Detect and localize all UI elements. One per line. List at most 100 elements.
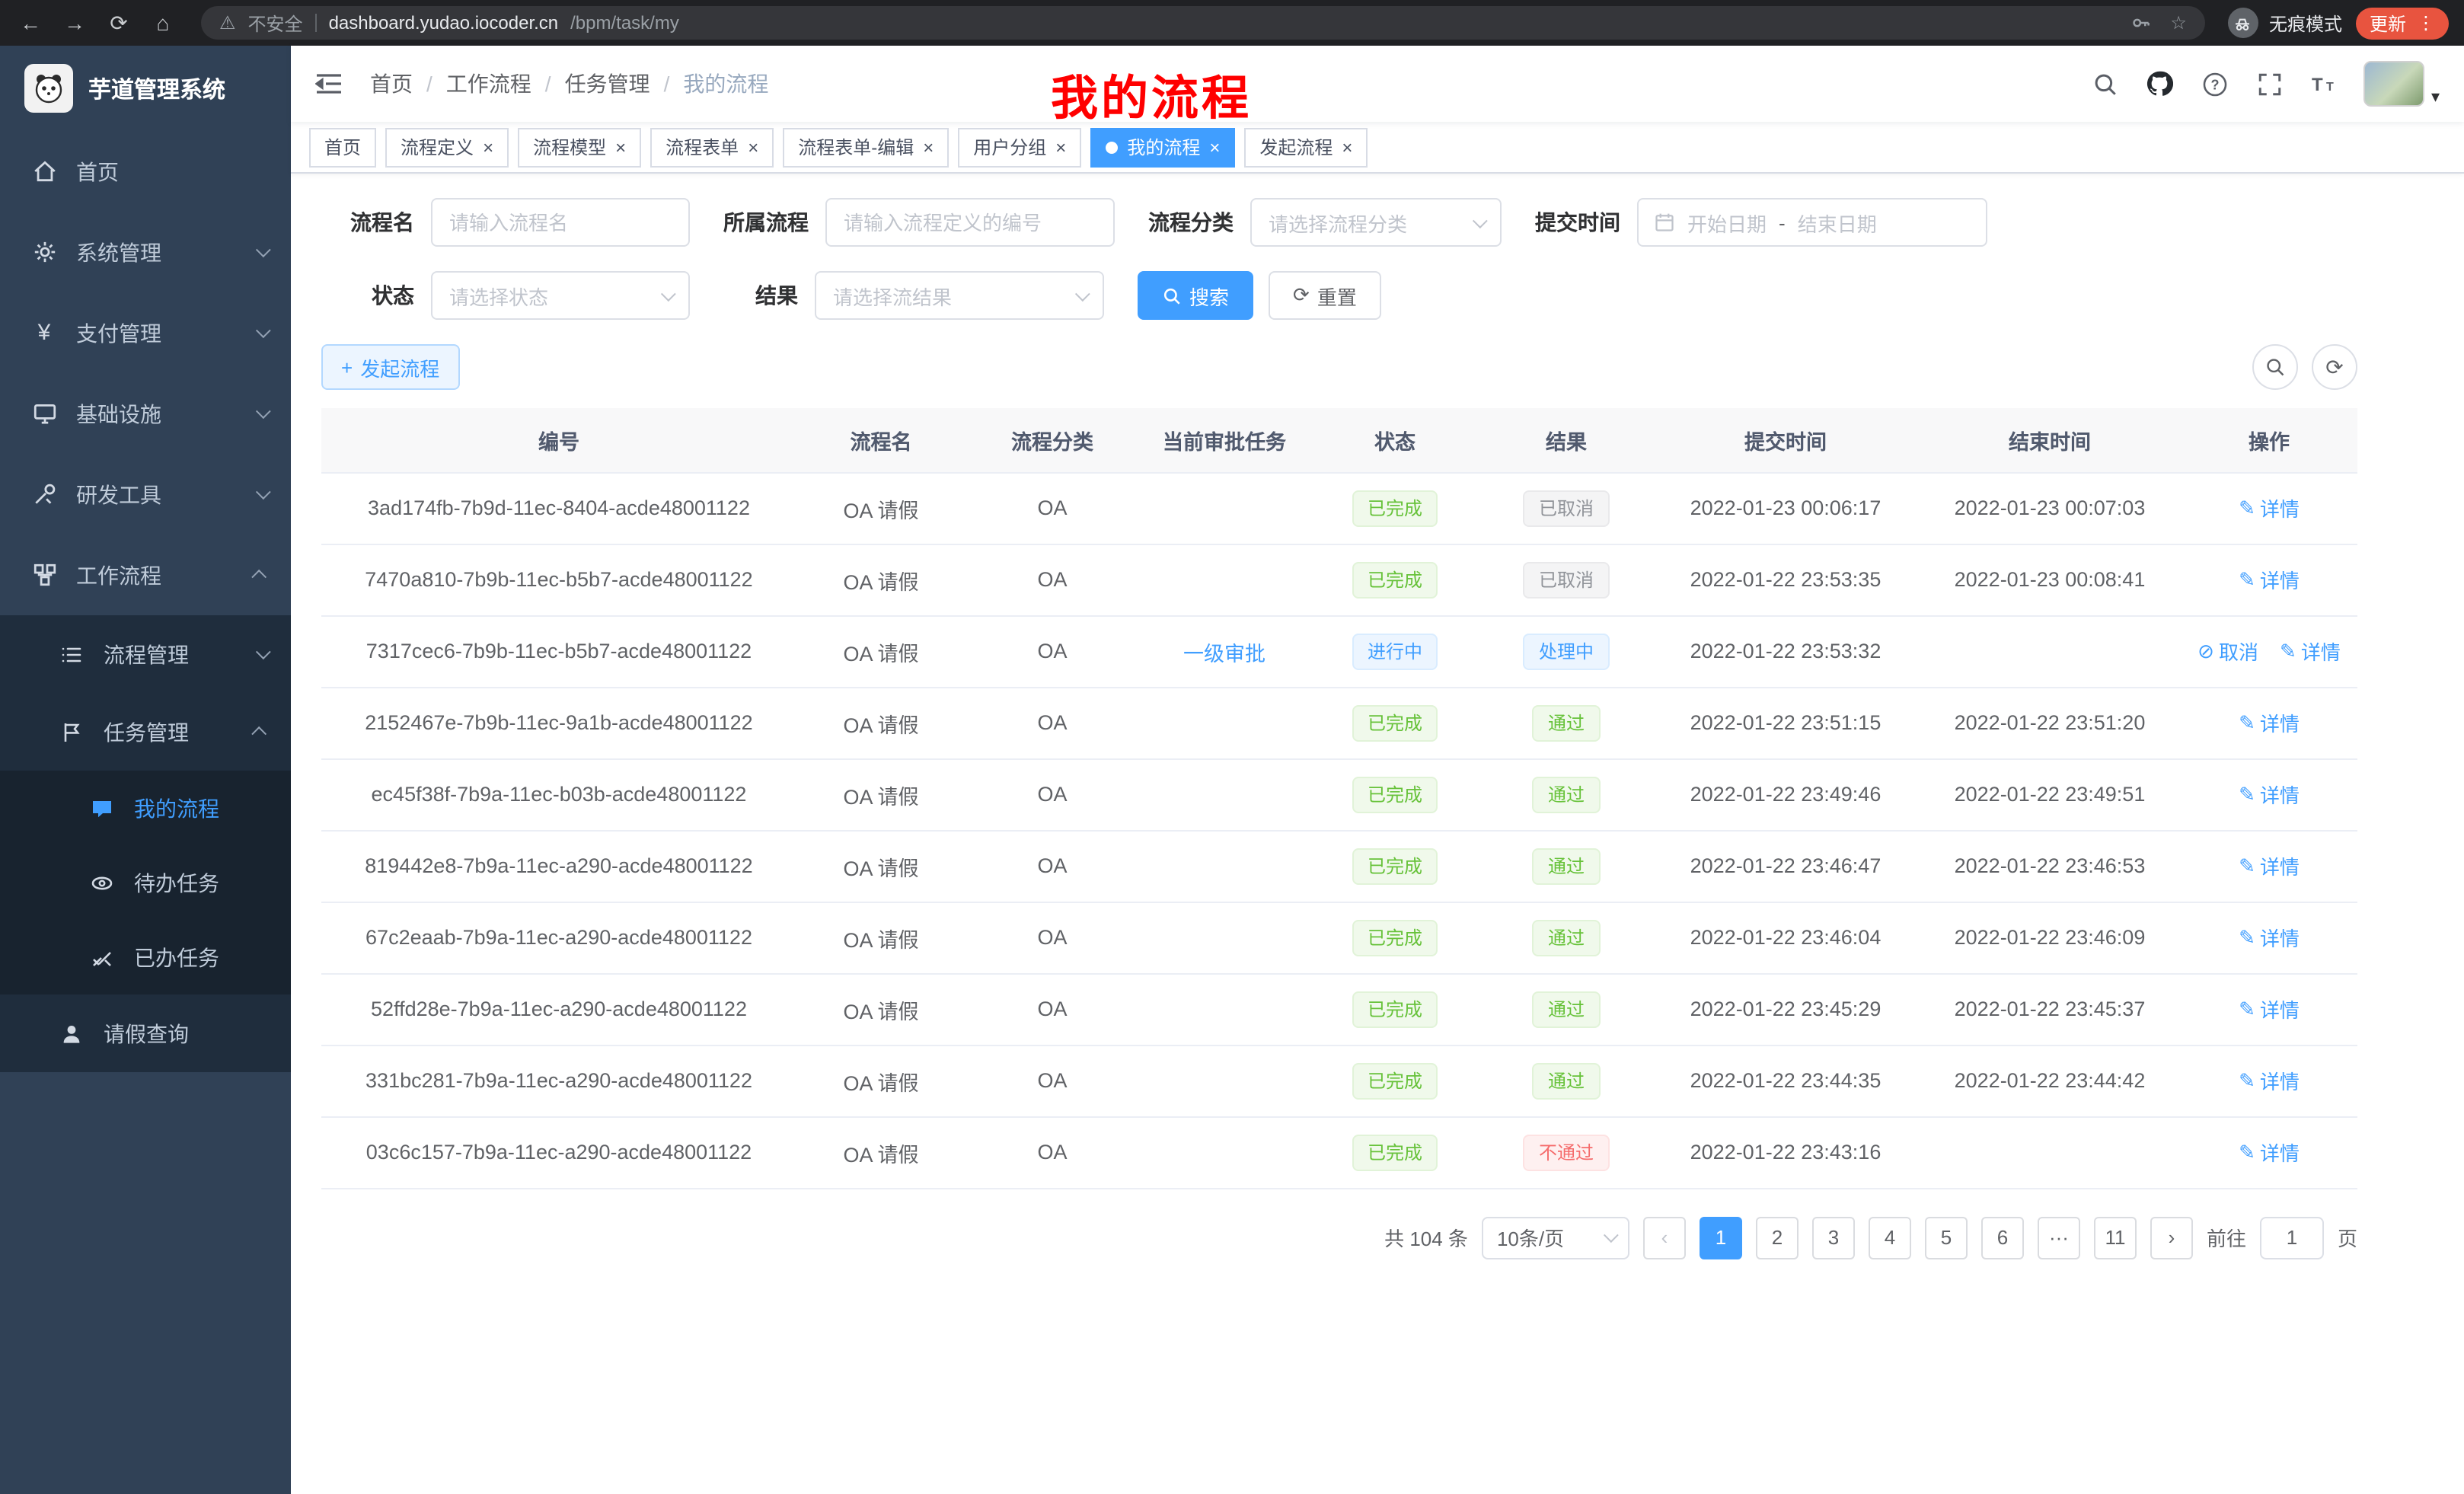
tab-process-model[interactable]: 流程模型 × [518,127,641,167]
fullscreen-icon[interactable] [2255,69,2285,99]
browser-back-icon[interactable]: ← [15,8,46,38]
font-size-icon[interactable]: TT [2309,69,2340,99]
user-avatar-menu[interactable]: ▾ [2364,61,2440,107]
address-bar[interactable]: ⚠ 不安全 dashboard.yudao.iocoder.cn /bpm/ta… [201,6,2205,40]
detail-link[interactable]: ✎详情 [2239,923,2300,952]
close-icon[interactable]: × [483,138,493,156]
page-button-11[interactable]: 11 [2094,1216,2137,1259]
sidebar-item-label: 任务管理 [104,717,189,747]
sidebar-item-leave-query[interactable]: 请假查询 [0,994,291,1072]
page-button-6[interactable]: 6 [1981,1216,2024,1259]
chrome-update-button[interactable]: 更新 ⋮ [2356,7,2449,39]
tab-process-form-edit[interactable]: 流程表单-编辑 × [783,127,949,167]
sidebar-item-workflow[interactable]: 工作流程 [0,535,291,615]
page-button-1[interactable]: 1 [1700,1216,1742,1259]
close-icon[interactable]: × [615,138,626,156]
browser-refresh-icon[interactable]: ⟳ [104,8,134,38]
detail-link[interactable]: ✎详情 [2239,1138,2300,1167]
breadcrumb-item[interactable]: 任务管理 [565,69,650,99]
avatar[interactable] [2364,61,2425,107]
detail-link[interactable]: ✎详情 [2239,994,2300,1023]
page-button-5[interactable]: 5 [1925,1216,1968,1259]
result-tag: 已取消 [1524,561,1609,598]
close-icon[interactable]: × [1209,138,1220,156]
current-task-link[interactable]: 一级审批 [1183,642,1266,665]
tab-process-definition[interactable]: 流程定义 × [385,127,509,167]
top-navbar: 首页 / 工作流程 / 任务管理 / 我的流程 ? [291,46,2464,122]
chevron-down-icon [1604,1227,1619,1243]
sidebar-item-todo-tasks[interactable]: 待办任务 [0,845,291,920]
sidebar-item-system[interactable]: 系统管理 [0,212,291,292]
goto-page-input[interactable] [2260,1216,2324,1259]
sidebar-item-label: 请假查询 [104,1018,189,1049]
close-icon[interactable]: × [923,138,934,156]
browser-menu-icon[interactable]: ⋮ [2417,12,2435,34]
close-icon[interactable]: × [1342,138,1352,156]
page-more-button[interactable]: ··· [2038,1216,2080,1259]
sidebar-item-infrastructure[interactable]: 基础设施 [0,373,291,454]
detail-link[interactable]: ✎详情 [2239,493,2300,522]
header-search-icon[interactable] [2090,69,2121,99]
page-button-2[interactable]: 2 [1756,1216,1799,1259]
bookmark-star-icon[interactable]: ☆ [2170,12,2187,34]
chevron-up-icon [251,726,267,742]
tab-start-process[interactable]: 发起流程 × [1244,127,1368,167]
refresh-table-icon[interactable]: ⟳ [2312,344,2357,390]
process-name-input[interactable] [431,198,690,247]
breadcrumb: 首页 / 工作流程 / 任务管理 / 我的流程 [370,69,768,99]
tab-my-process[interactable]: 我的流程 × [1090,127,1235,167]
reset-button[interactable]: ⟳ 重置 [1269,271,1381,320]
cell-category: OA [965,615,1139,687]
breadcrumb-item[interactable]: 首页 [370,69,413,99]
cell-category: OA [965,758,1139,830]
close-icon[interactable]: × [748,138,758,156]
sidebar-item-label: 基础设施 [76,398,161,429]
detail-link[interactable]: ✎详情 [2280,637,2341,666]
status-select[interactable]: 请选择状态 [431,271,690,320]
sidebar-item-label: 待办任务 [134,867,219,898]
browser-forward-icon[interactable]: → [59,8,90,38]
owner-process-input[interactable] [825,198,1115,247]
sidebar-item-payment[interactable]: ¥ 支付管理 [0,292,291,373]
category-select[interactable]: 请选择流程分类 [1250,198,1502,247]
page-button-3[interactable]: 3 [1812,1216,1855,1259]
result-label: 结果 [723,280,815,311]
app-logo-row[interactable]: 芋道管理系统 [0,46,291,131]
create-process-button[interactable]: + 发起流程 [321,344,459,390]
result-select[interactable]: 请选择流结果 [815,271,1104,320]
breadcrumb-item[interactable]: 工作流程 [446,69,531,99]
detail-link[interactable]: ✎详情 [2239,708,2300,737]
search-button[interactable]: 搜索 [1138,271,1253,320]
page-size-select[interactable]: 10条/页 [1482,1216,1629,1259]
next-page-button[interactable]: › [2150,1216,2193,1259]
sidebar-item-label: 工作流程 [76,560,161,590]
cancel-link[interactable]: ⊘取消 [2197,637,2258,666]
tab-user-group[interactable]: 用户分组 × [958,127,1081,167]
sidebar-item-done-tasks[interactable]: 已办任务 [0,920,291,994]
detail-link[interactable]: ✎详情 [2239,851,2300,880]
sidebar-toggle-icon[interactable] [315,69,346,99]
table-header-row: 编号 流程名 流程分类 当前审批任务 状态 结果 提交时间 结束时间 操作 [321,408,2357,472]
tab-home[interactable]: 首页 [309,127,376,167]
prev-page-button[interactable]: ‹ [1643,1216,1686,1259]
sidebar-item-my-process[interactable]: 我的流程 [0,771,291,845]
sidebar-item-home[interactable]: 首页 [0,131,291,212]
password-key-icon[interactable] [2130,12,2152,34]
github-icon[interactable] [2145,69,2175,99]
sidebar-item-devtools[interactable]: 研发工具 [0,454,291,535]
page-button-4[interactable]: 4 [1869,1216,1911,1259]
col-status: 状态 [1310,408,1480,472]
col-category: 流程分类 [965,408,1139,472]
detail-link[interactable]: ✎详情 [2239,1066,2300,1095]
toggle-search-icon[interactable] [2252,344,2298,390]
detail-link[interactable]: ✎详情 [2239,565,2300,594]
close-icon[interactable]: × [1055,138,1066,156]
sidebar-item-process-management[interactable]: 流程管理 [0,615,291,693]
detail-link[interactable]: ✎详情 [2239,780,2300,809]
sidebar-item-task-management[interactable]: 任务管理 [0,693,291,771]
submit-time-range-picker[interactable]: 开始日期 - 结束日期 [1637,198,1987,247]
tab-process-form[interactable]: 流程表单 × [650,127,774,167]
cancel-icon: ⊘ [2197,639,2214,663]
help-question-icon[interactable]: ? [2200,69,2230,99]
browser-home-icon[interactable]: ⌂ [148,8,178,38]
